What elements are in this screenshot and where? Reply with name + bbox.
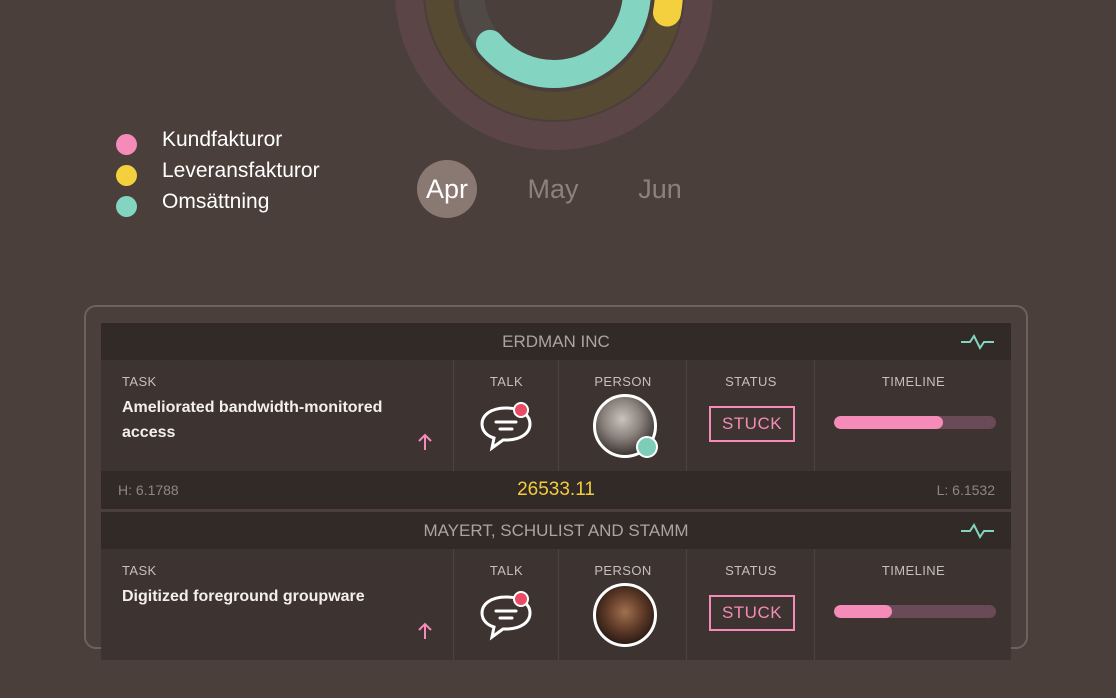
footer-low-value: L: 6.1532 xyxy=(936,482,995,498)
footer-total-value: 26533.11 xyxy=(517,479,595,500)
task-cell[interactable]: TASK Ameliorated bandwidth-monitored acc… xyxy=(101,360,453,471)
arrow-up-icon[interactable] xyxy=(417,621,433,641)
column-label-talk: TALK xyxy=(489,563,524,578)
pulse-icon[interactable] xyxy=(960,333,995,351)
legend-dot-icon xyxy=(116,196,137,217)
arrow-up-icon[interactable] xyxy=(417,432,433,452)
column-label-person: PERSON xyxy=(594,374,652,389)
column-label-timeline: TIMELINE xyxy=(881,563,946,578)
status-cell[interactable]: STATUS STUCK xyxy=(686,360,815,471)
chat-bubble-icon[interactable] xyxy=(479,400,535,452)
column-label-status: STATUS xyxy=(725,563,777,578)
group-footer: H: 6.1788 26533.11 L: 6.1532 xyxy=(101,471,1011,509)
avatar[interactable] xyxy=(593,583,657,647)
column-label-task: TASK xyxy=(122,374,157,389)
status-cell[interactable]: STATUS STUCK xyxy=(686,549,815,660)
column-label-person: PERSON xyxy=(594,563,652,578)
group-header: MAYERT, SCHULIST AND STAMM xyxy=(101,512,1011,549)
legend-dot-icon xyxy=(116,165,137,186)
table-row: TASK Ameliorated bandwidth-monitored acc… xyxy=(101,360,1011,471)
person-cell[interactable]: PERSON xyxy=(558,549,687,660)
check-icon xyxy=(636,436,658,458)
table-row: TASK Digitized foreground groupware TALK… xyxy=(101,549,1011,660)
talk-cell[interactable]: TALK xyxy=(453,360,559,471)
talk-cell[interactable]: TALK xyxy=(453,549,559,660)
task-text: Ameliorated bandwidth-monitored access xyxy=(122,399,383,441)
task-board: ERDMAN INC TASK Ameliorated bandwidth-mo… xyxy=(84,305,1028,660)
status-badge[interactable]: STUCK xyxy=(709,406,795,442)
timeline-bar[interactable] xyxy=(834,416,996,429)
legend-label: Omsättning xyxy=(162,190,270,213)
task-cell[interactable]: TASK Digitized foreground groupware xyxy=(101,549,453,660)
month-tab-jun[interactable]: Jun xyxy=(625,160,695,218)
ring-arc-leveransfakturor xyxy=(653,0,683,27)
group-title: MAYERT, SCHULIST AND STAMM xyxy=(423,521,689,540)
column-label-talk: TALK xyxy=(489,374,524,389)
timeline-cell[interactable]: TIMELINE xyxy=(814,549,1012,660)
timeline-fill xyxy=(834,605,893,618)
timeline-cell[interactable]: TIMELINE xyxy=(814,360,1012,471)
timeline-bar[interactable] xyxy=(834,605,996,618)
column-label-timeline: TIMELINE xyxy=(881,374,946,389)
column-label-task: TASK xyxy=(122,563,157,578)
column-label-status: STATUS xyxy=(725,374,777,389)
person-cell[interactable]: PERSON xyxy=(558,360,687,471)
chat-bubble-icon[interactable] xyxy=(479,589,535,641)
group-mayert-schulist-and-stamm: MAYERT, SCHULIST AND STAMM TASK Digitize… xyxy=(101,512,1011,698)
group-header: ERDMAN INC xyxy=(101,323,1011,360)
legend-dot-icon xyxy=(116,134,137,155)
legend-label: Kundfakturor xyxy=(162,128,283,151)
legend-label: Leveransfakturor xyxy=(162,159,320,182)
task-text: Digitized foreground groupware xyxy=(122,588,365,605)
status-badge[interactable]: STUCK xyxy=(709,595,795,631)
month-tab-apr[interactable]: Apr xyxy=(417,160,477,218)
ring-arc-omsattning xyxy=(476,0,651,88)
pulse-icon[interactable] xyxy=(960,522,995,540)
group-title: ERDMAN INC xyxy=(502,332,610,351)
timeline-fill xyxy=(834,416,943,429)
group-erdman-inc: ERDMAN INC TASK Ameliorated bandwidth-mo… xyxy=(101,323,1011,509)
month-tab-may[interactable]: May xyxy=(516,160,590,218)
